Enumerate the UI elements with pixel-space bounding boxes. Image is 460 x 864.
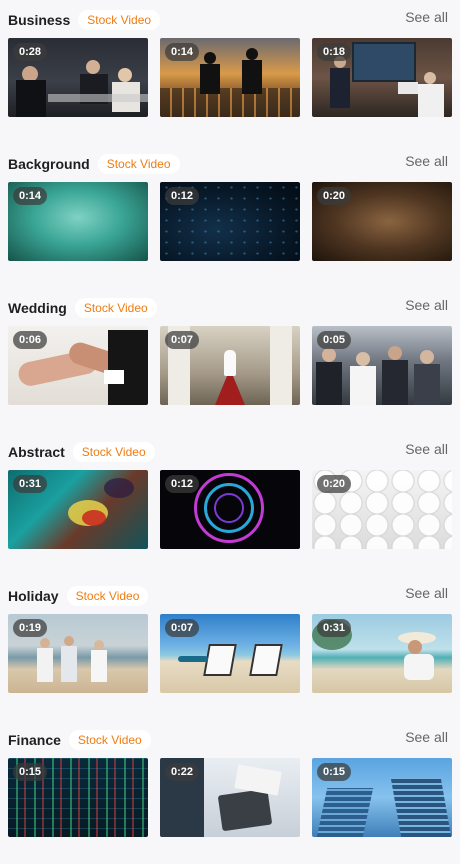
video-thumbnail-wedding-celebration[interactable]: 0:05	[312, 326, 452, 405]
see-all-link[interactable]: See all	[405, 729, 448, 745]
video-duration: 0:05	[317, 331, 352, 349]
video-duration: 0:31	[317, 619, 352, 637]
video-thumbnail-city-skyscrapers[interactable]: 0:15	[312, 758, 452, 837]
video-duration: 0:07	[165, 619, 200, 637]
video-thumbnail-white-hexagons[interactable]: 0:20	[312, 470, 452, 549]
video-thumbnail-brown-grunge[interactable]: 0:20	[312, 182, 452, 261]
section-finance: Finance Stock Video See all 0:15 0:22 0:…	[0, 720, 460, 864]
video-duration: 0:07	[165, 331, 200, 349]
video-thumbnail-wedding-aisle[interactable]: 0:07	[160, 326, 300, 405]
stock-video-badge: Stock Video	[66, 586, 149, 606]
section-holiday: Holiday Stock Video See all 0:19 0:07 0:…	[0, 576, 460, 720]
see-all-link[interactable]: See all	[405, 297, 448, 313]
video-thumbnail-abstract-fluid[interactable]: 0:31	[8, 470, 148, 549]
video-duration: 0:15	[13, 763, 48, 781]
see-all-link[interactable]: See all	[405, 441, 448, 457]
see-all-link[interactable]: See all	[405, 585, 448, 601]
video-thumbnail-business-meeting[interactable]: 0:28	[8, 38, 148, 117]
video-duration: 0:14	[165, 43, 200, 61]
stock-video-badge: Stock Video	[78, 10, 161, 30]
stock-video-badge: Stock Video	[72, 442, 155, 462]
section-abstract: Abstract Stock Video See all 0:31 0:12 0…	[0, 432, 460, 576]
video-duration: 0:22	[165, 763, 200, 781]
video-thumbnail-beach-woman-hat[interactable]: 0:31	[312, 614, 452, 693]
section-title: Finance	[8, 732, 61, 748]
video-duration: 0:12	[165, 475, 200, 493]
section-title: Background	[8, 156, 90, 172]
video-duration: 0:18	[317, 43, 352, 61]
section-title: Wedding	[8, 300, 67, 316]
video-thumbnail-beach-chairs[interactable]: 0:07	[160, 614, 300, 693]
stock-video-badge: Stock Video	[74, 298, 157, 318]
video-thumbnail-teal-texture[interactable]: 0:14	[8, 182, 148, 261]
section-wedding: Wedding Stock Video See all 0:06 0:07 0:…	[0, 288, 460, 432]
video-thumbnail-neon-rings[interactable]: 0:12	[160, 470, 300, 549]
video-duration: 0:19	[13, 619, 48, 637]
video-thumbnail-business-silhouettes[interactable]: 0:14	[160, 38, 300, 117]
video-duration: 0:12	[165, 187, 200, 205]
stock-video-badge: Stock Video	[68, 730, 151, 750]
section-business: Business Stock Video See all 0:28 0:14 0…	[0, 0, 460, 144]
section-title: Abstract	[8, 444, 65, 460]
video-duration: 0:20	[317, 475, 352, 493]
video-thumbnail-wedding-rings[interactable]: 0:06	[8, 326, 148, 405]
section-title: Holiday	[8, 588, 59, 604]
video-duration: 0:14	[13, 187, 48, 205]
see-all-link[interactable]: See all	[405, 9, 448, 25]
see-all-link[interactable]: See all	[405, 153, 448, 169]
section-title: Business	[8, 12, 71, 28]
video-thumbnail-business-presentation[interactable]: 0:18	[312, 38, 452, 117]
video-thumbnail-beach-walk[interactable]: 0:19	[8, 614, 148, 693]
section-background: Background Stock Video See all 0:14 0:12…	[0, 144, 460, 288]
video-thumbnail-dark-particles[interactable]: 0:12	[160, 182, 300, 261]
video-duration: 0:15	[317, 763, 352, 781]
video-duration: 0:28	[13, 43, 48, 61]
stock-video-badge: Stock Video	[97, 154, 180, 174]
video-duration: 0:06	[13, 331, 48, 349]
video-thumbnail-stock-chart[interactable]: 0:15	[8, 758, 148, 837]
video-duration: 0:20	[317, 187, 352, 205]
video-thumbnail-calculator-desk[interactable]: 0:22	[160, 758, 300, 837]
video-duration: 0:31	[13, 475, 48, 493]
